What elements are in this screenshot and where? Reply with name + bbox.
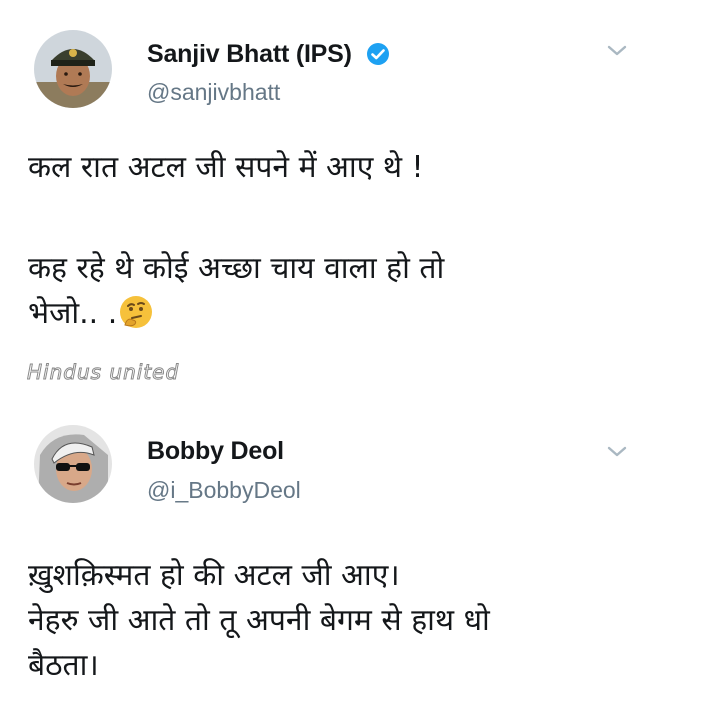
sunglasses-man-avatar[interactable] xyxy=(34,425,112,503)
tweet-text-body: ख़ुशक़िस्मत हो की अटल जी आए। नेहरु जी आत… xyxy=(28,558,490,683)
tweet-sanjiv-bhatt[interactable]: Sanjiv Bhatt (IPS) @sanjivbhatt कल रात अ… xyxy=(0,0,720,400)
user-handle[interactable]: @sanjivbhatt xyxy=(147,79,280,106)
display-name[interactable]: Sanjiv Bhatt (IPS) xyxy=(147,40,352,69)
chevron-down-icon[interactable] xyxy=(604,42,630,60)
user-handle[interactable]: @i_BobbyDeol xyxy=(147,477,301,504)
tweet-text-line: कल रात अटल जी सपने में आए थे ! xyxy=(28,150,424,185)
watermark-text: Hindus united xyxy=(26,360,180,385)
police-officer-avatar[interactable] xyxy=(34,30,112,108)
tweet-text-body: कह रहे थे कोई अच्छा चाय वाला हो तो भेजो.… xyxy=(28,251,445,331)
verified-badge-icon xyxy=(367,43,389,65)
thinking-face-emoji xyxy=(120,296,153,328)
tweet-text-paragraph: कह रहे थे कोई अच्छा चाय वाला हो तो भेजो.… xyxy=(28,246,688,336)
chevron-down-icon[interactable] xyxy=(604,443,630,461)
display-name[interactable]: Bobby Deol xyxy=(147,437,284,466)
